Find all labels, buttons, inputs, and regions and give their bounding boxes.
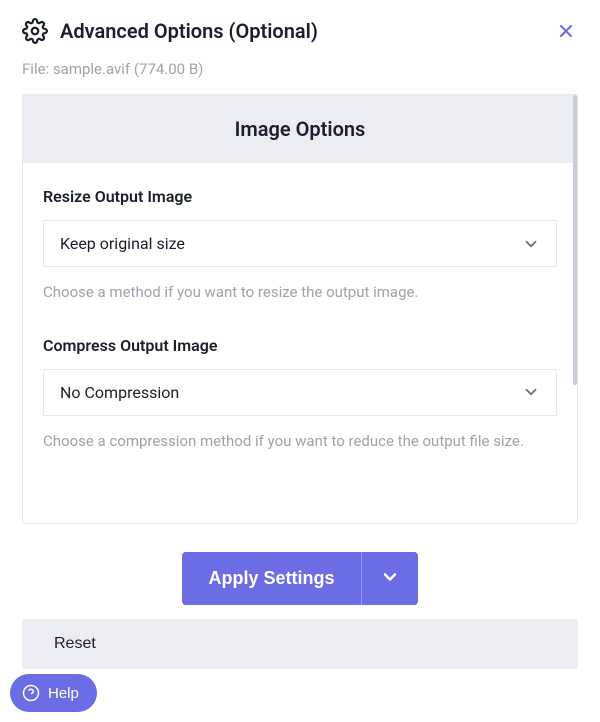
section-body: Resize Output Image Keep original size C… bbox=[23, 163, 577, 508]
help-icon bbox=[22, 684, 40, 702]
file-name: sample.avif bbox=[53, 60, 130, 78]
apply-row: Apply Settings bbox=[22, 552, 578, 605]
section-header: Image Options bbox=[23, 95, 577, 163]
apply-settings-button[interactable]: Apply Settings bbox=[182, 552, 360, 605]
help-widget-button[interactable]: Help bbox=[10, 674, 97, 712]
apply-split-button[interactable] bbox=[361, 552, 418, 605]
compress-select-value: No Compression bbox=[60, 383, 179, 402]
modal-footer: Apply Settings Reset bbox=[22, 524, 578, 669]
header-left: Advanced Options (Optional) bbox=[22, 18, 318, 44]
file-info: File: sample.avif (774.00 B) bbox=[22, 60, 578, 78]
compress-label: Compress Output Image bbox=[43, 336, 557, 355]
close-icon[interactable] bbox=[554, 19, 578, 43]
compress-select[interactable]: No Compression bbox=[43, 369, 557, 416]
options-panel: Image Options Resize Output Image Keep o… bbox=[22, 94, 578, 524]
resize-help: Choose a method if you want to resize th… bbox=[43, 281, 557, 304]
modal-title: Advanced Options (Optional) bbox=[60, 19, 318, 43]
file-size: (774.00 B) bbox=[134, 60, 204, 78]
resize-select[interactable]: Keep original size bbox=[43, 220, 557, 267]
resize-select-value: Keep original size bbox=[60, 234, 185, 253]
resize-field: Resize Output Image Keep original size C… bbox=[43, 187, 557, 304]
resize-label: Resize Output Image bbox=[43, 187, 557, 206]
scrollbar[interactable] bbox=[573, 95, 577, 385]
modal-header: Advanced Options (Optional) bbox=[22, 18, 578, 44]
chevron-down-icon bbox=[522, 383, 540, 401]
apply-button-group: Apply Settings bbox=[182, 552, 417, 605]
compress-field: Compress Output Image No Compression Cho… bbox=[43, 336, 557, 453]
chevron-down-icon bbox=[380, 567, 400, 590]
reset-button[interactable]: Reset bbox=[22, 619, 578, 669]
gear-icon bbox=[22, 18, 48, 44]
compress-help: Choose a compression method if you want … bbox=[43, 430, 557, 453]
chevron-down-icon bbox=[522, 235, 540, 253]
advanced-options-modal: Advanced Options (Optional) File: sample… bbox=[0, 0, 600, 722]
help-label: Help bbox=[48, 685, 79, 702]
file-label: File: bbox=[22, 60, 49, 78]
section-title: Image Options bbox=[23, 117, 577, 141]
